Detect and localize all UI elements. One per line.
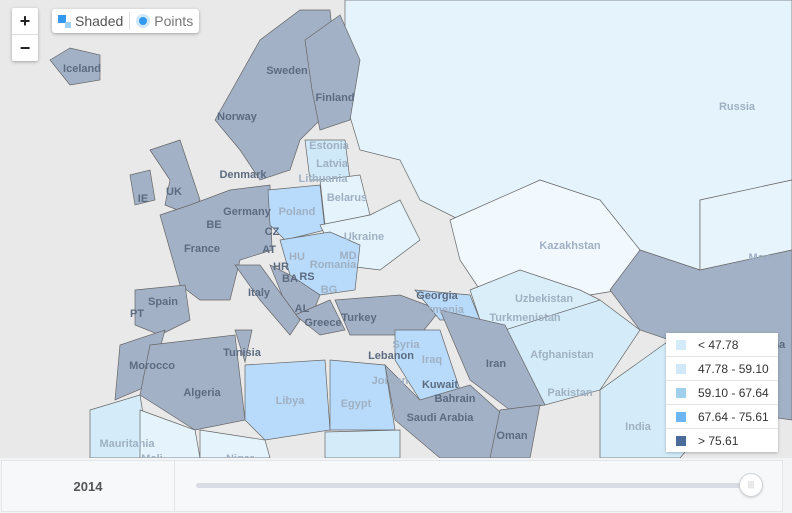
- legend-label: 67.64 - 75.61: [698, 409, 769, 424]
- country-label: Morocco: [129, 360, 175, 372]
- timeline-slider-track[interactable]: [196, 483, 762, 488]
- country-label: Russia: [718, 101, 756, 113]
- country-label: IE: [137, 193, 149, 205]
- country-label: Mauritania: [99, 438, 155, 450]
- legend-swatch: [676, 411, 686, 422]
- country-label: BA: [282, 273, 298, 285]
- country-label: Kazakhstan: [539, 240, 601, 252]
- country-label: Mongol: [748, 252, 788, 264]
- legend-swatch: [676, 363, 686, 374]
- legend-item[interactable]: 59.10 - 67.64: [666, 381, 778, 405]
- legend-item[interactable]: 67.64 - 75.61: [666, 405, 778, 429]
- country-label: Lebanon: [368, 350, 414, 362]
- legend-label: 59.10 - 67.64: [698, 385, 769, 400]
- zoom-out-button[interactable]: −: [12, 34, 38, 61]
- legend-item[interactable]: < 47.78: [666, 333, 778, 357]
- country-label: MD: [339, 250, 357, 262]
- shaded-squares-icon: [58, 14, 71, 28]
- choropleth-map[interactable]: Iceland Sweden Finland Norway Estonia Latvia L…: [0, 0, 792, 458]
- country-label: Estonia: [309, 140, 349, 152]
- country-label: Turkey: [341, 312, 377, 324]
- country-label: Turkmenistan: [489, 312, 561, 324]
- country-label: Oman: [496, 430, 528, 442]
- country-label: Latvia: [316, 158, 348, 170]
- legend-label: > 75.61: [698, 433, 739, 448]
- country-label: RS: [299, 271, 315, 283]
- points-label: Points: [154, 13, 194, 29]
- points-option[interactable]: Points: [136, 13, 193, 29]
- country-egypt: [329, 359, 396, 431]
- shaded-label: Shaded: [75, 13, 124, 29]
- point-dot-icon: [139, 17, 148, 25]
- country-label: Iran: [485, 358, 507, 370]
- country-label: Ukraine: [343, 231, 385, 243]
- country-label: Iceland: [63, 63, 101, 75]
- country-label: Spain: [148, 296, 178, 308]
- country-label: Georgia: [416, 290, 458, 302]
- zoom-control: + −: [12, 8, 38, 61]
- country-label: Denmark: [219, 169, 267, 181]
- country-label: India: [625, 421, 651, 433]
- country-sudan: [324, 429, 401, 458]
- shaded-option[interactable]: Shaded: [58, 13, 123, 29]
- country-label: Saudi Arabia: [406, 412, 474, 424]
- country-label: Libya: [275, 395, 305, 407]
- legend-label: < 47.78: [698, 337, 739, 352]
- country-label: Armenia: [419, 304, 465, 316]
- country-label: Afghanistan: [530, 349, 594, 361]
- country-label: Germany: [223, 206, 271, 218]
- legend-item[interactable]: > 75.61: [666, 429, 778, 452]
- map-legend: < 47.78 47.78 - 59.10 59.10 - 67.64 67.64 -…: [666, 333, 778, 452]
- country-label: HR: [273, 261, 289, 273]
- timeline-bar: 2014 |||: [1, 460, 783, 512]
- country-label: Pakistan: [547, 387, 593, 399]
- country-label: Egypt: [340, 398, 372, 410]
- country-label: Algeria: [183, 387, 221, 399]
- country-label: Finland: [315, 92, 355, 104]
- country-label: Belarus: [326, 192, 368, 204]
- legend-swatch: [676, 387, 686, 398]
- country-label: UK: [166, 186, 182, 198]
- legend-label: 47.78 - 59.10: [698, 361, 769, 376]
- country-label: Uzbekistan: [514, 293, 574, 305]
- timeline-slider-handle[interactable]: |||: [739, 473, 763, 497]
- country-label: BE: [206, 219, 222, 231]
- display-mode-toggle: Shaded Points: [52, 9, 200, 33]
- country-label: Bahrain: [434, 393, 476, 405]
- country-label: Jordan: [371, 375, 409, 387]
- country-label: AL: [294, 303, 310, 315]
- legend-swatch: [676, 435, 686, 446]
- country-label: Norway: [217, 111, 257, 123]
- country-label: Kuwait: [421, 379, 459, 391]
- legend-item[interactable]: 47.78 - 59.10: [666, 357, 778, 381]
- country-label: PT: [129, 308, 145, 320]
- country-label: Tunisia: [223, 347, 261, 359]
- country-label: Italy: [247, 287, 271, 299]
- country-label: Sweden: [266, 65, 308, 77]
- country-label: BG: [320, 284, 338, 296]
- country-label: Iraq: [421, 354, 443, 366]
- country-label: CZ: [264, 226, 280, 238]
- country-label: France: [183, 243, 221, 255]
- legend-swatch: [676, 339, 686, 350]
- country-label: Mali: [141, 453, 162, 458]
- zoom-in-button[interactable]: +: [12, 8, 38, 34]
- toggle-divider: [129, 12, 131, 30]
- country-label: Lithuania: [298, 173, 348, 185]
- country-label: Poland: [278, 206, 316, 218]
- country-label: Niger: [226, 453, 254, 458]
- year-label: 2014: [2, 461, 175, 511]
- country-label: Greece: [304, 317, 342, 329]
- country-label: HU: [289, 251, 305, 263]
- country-label: AT: [262, 244, 276, 256]
